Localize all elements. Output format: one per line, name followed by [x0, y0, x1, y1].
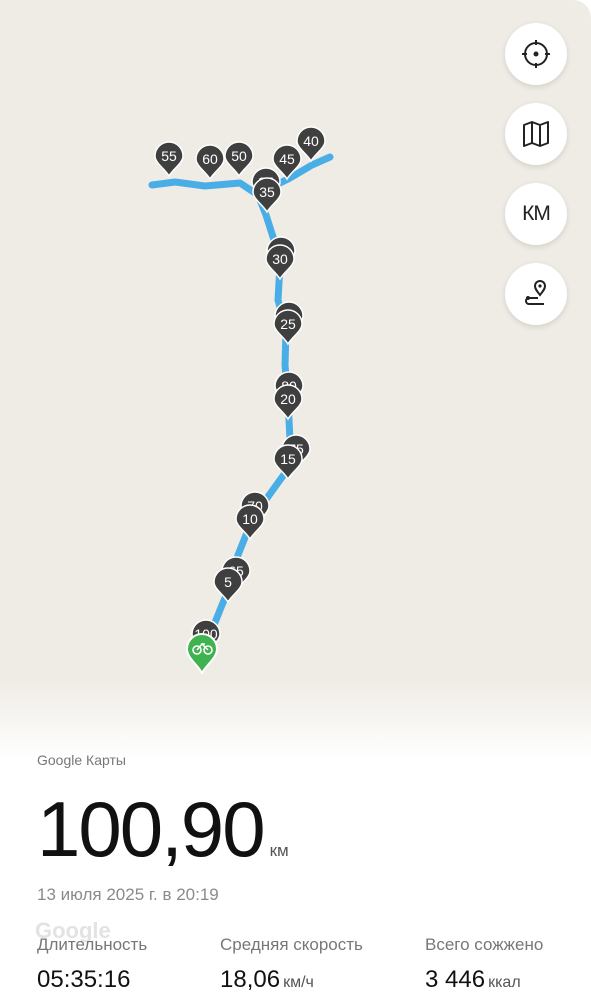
distance-unit: км [269, 841, 289, 860]
km-marker-60[interactable]: 60 [195, 144, 225, 181]
km-marker-60-label: 60 [202, 151, 218, 167]
avg-speed-stat: Средняя скорость 18,06 км/ч [220, 935, 363, 994]
map-layers-button[interactable] [505, 103, 567, 165]
avg-speed-label: Средняя скорость [220, 935, 363, 954]
route-map-canvas: 9590858075706510055605045403530252015105 [148, 126, 334, 676]
km-marker-25[interactable]: 25 [273, 309, 303, 346]
duration-label: Длительность [37, 935, 148, 954]
km-marker-55-label: 55 [161, 148, 177, 164]
route-pin-button[interactable] [505, 263, 567, 325]
route-map[interactable]: 9590858075706510055605045403530252015105… [0, 0, 591, 760]
start-marker[interactable] [185, 633, 219, 676]
locate-button[interactable] [505, 23, 567, 85]
activity-date: 13 июля 2025 г. в 20:19 [37, 885, 219, 904]
map-source-label: Google Карты [37, 752, 126, 768]
km-marker-50-label: 50 [231, 148, 247, 164]
avg-speed-value: 18,06 [220, 966, 281, 993]
calories-label: Всего сожжено [425, 935, 544, 954]
km-marker-55[interactable]: 55 [154, 141, 184, 178]
km-marker-15[interactable]: 15 [273, 444, 303, 481]
km-marker-5[interactable]: 5 [213, 567, 243, 604]
duration-stat: Длительность 05:35:16 [37, 935, 147, 994]
km-marker-20-label: 20 [280, 391, 296, 407]
route-pin-icon [525, 280, 547, 305]
locate-icon [522, 40, 550, 68]
km-marker-50[interactable]: 50 [224, 141, 254, 178]
km-marker-5-label: 5 [224, 574, 232, 590]
calories-unit: ккал [488, 974, 521, 991]
duration-value: 05:35:16 [37, 966, 131, 993]
avg-speed-unit: км/ч [283, 974, 314, 991]
map-layers-icon [523, 121, 549, 147]
calories-value: 3 446 [425, 966, 486, 993]
unit-toggle-button[interactable]: КМ [505, 183, 567, 245]
km-marker-40-label: 40 [303, 133, 319, 149]
distance-display: 100,90 км [37, 790, 289, 868]
km-marker-25-label: 25 [280, 316, 296, 332]
km-marker-45-label: 45 [279, 151, 295, 167]
distance-value: 100,90 [37, 785, 266, 873]
km-marker-30-label: 30 [272, 251, 288, 267]
km-marker-10-label: 10 [242, 511, 258, 527]
km-marker-10[interactable]: 10 [235, 504, 265, 541]
calories-stat: Всего сожжено 3 446 ккал [425, 935, 543, 994]
km-marker-15-label: 15 [280, 451, 296, 467]
km-marker-35[interactable]: 35 [252, 177, 282, 214]
km-marker-20[interactable]: 20 [273, 384, 303, 421]
km-marker-30[interactable]: 30 [265, 244, 295, 281]
km-marker-35-label: 35 [259, 184, 275, 200]
unit-toggle-label: КМ [522, 202, 551, 225]
